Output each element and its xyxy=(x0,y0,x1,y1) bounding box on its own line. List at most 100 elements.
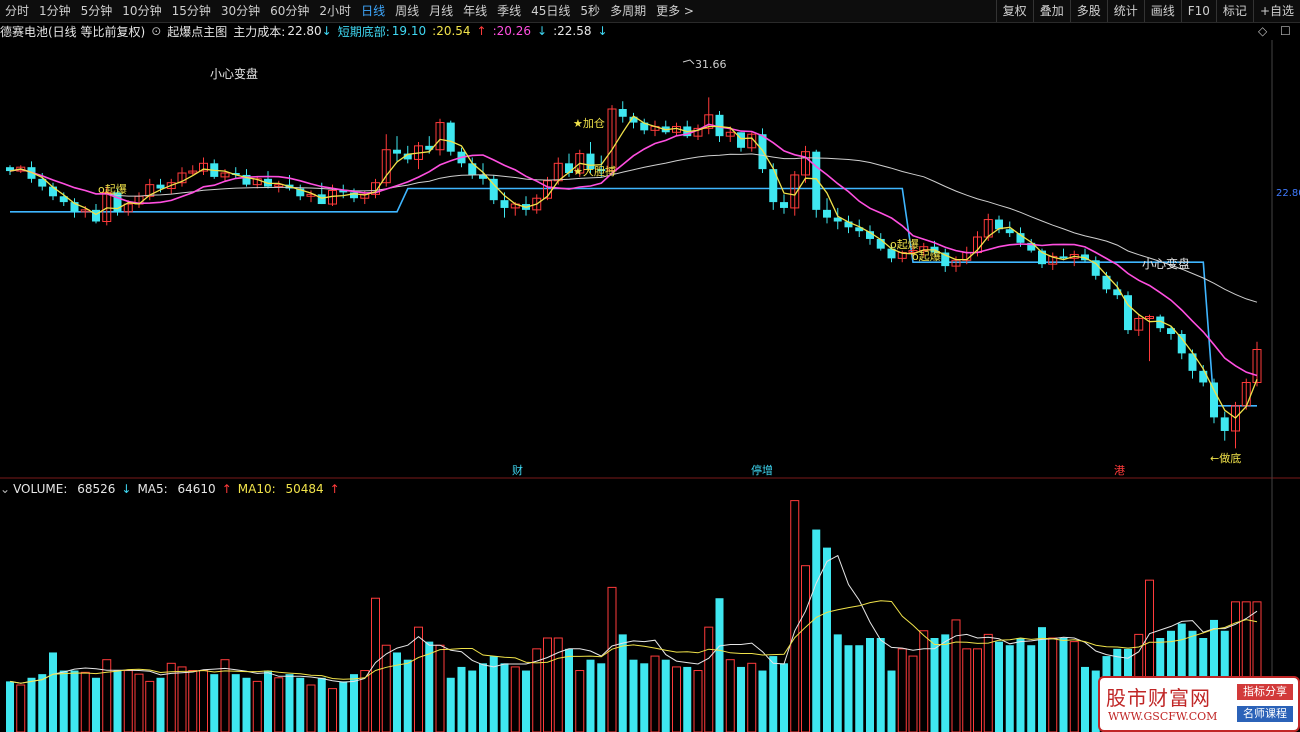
volume-bar xyxy=(650,655,660,732)
volume-bar xyxy=(70,670,79,732)
ma5-value: 64610 xyxy=(177,482,216,496)
volume-bar xyxy=(1069,641,1079,732)
signal-label-1: o起爆 xyxy=(98,182,127,196)
volume-bar xyxy=(607,586,617,732)
volume-bar xyxy=(252,680,262,732)
volume-bar xyxy=(640,663,649,732)
volume-bar xyxy=(597,663,606,732)
volume-bar xyxy=(210,674,219,732)
chevron-down-icon[interactable]: ⌄ xyxy=(0,482,10,496)
volume-bar xyxy=(887,670,896,732)
candle-body xyxy=(812,151,821,210)
volume-bar xyxy=(306,684,316,732)
volume-bar xyxy=(780,663,788,732)
volume-bar xyxy=(1005,645,1014,732)
volume-bar xyxy=(1059,638,1068,732)
volume-bar xyxy=(468,670,477,732)
axis-price-label: 22.80 xyxy=(1276,188,1300,199)
volume-bar xyxy=(242,677,251,732)
volume-bar xyxy=(264,670,272,732)
volume-bar xyxy=(737,666,745,732)
candle-body xyxy=(618,109,627,117)
candle-body xyxy=(1059,256,1068,259)
volume-info-bar: ⌄ VOLUME: 68526 ↓ MA5: 64610 ↑ MA10: 504… xyxy=(0,481,346,497)
high-marker xyxy=(682,59,695,65)
volume-bar xyxy=(1038,627,1046,732)
candle-body xyxy=(737,132,745,148)
volume-bar xyxy=(962,648,972,732)
volume-bar xyxy=(285,674,294,732)
volume-bar xyxy=(446,677,455,732)
volume-bar xyxy=(381,644,391,732)
volume-bar xyxy=(231,674,240,732)
volume-bar xyxy=(435,644,445,732)
volume-bar xyxy=(747,662,757,732)
candle-body xyxy=(758,134,767,170)
volume-bar xyxy=(725,659,735,732)
candle-body xyxy=(500,200,509,208)
volume-bar xyxy=(1081,666,1089,732)
candle-body xyxy=(446,122,455,152)
candle-body xyxy=(1199,370,1208,383)
volume-bar xyxy=(812,529,821,732)
candle-body xyxy=(823,209,831,218)
volume-bar xyxy=(930,638,939,732)
candle-body xyxy=(317,194,326,205)
volume-bar xyxy=(403,659,412,732)
volume-bar xyxy=(339,681,348,732)
volume-bar xyxy=(629,659,638,732)
volume-bar xyxy=(543,637,552,732)
ma-line-short xyxy=(9,115,1258,419)
ma10-value: 50484 xyxy=(285,482,324,496)
volume-bar xyxy=(661,659,670,732)
volume-bar xyxy=(973,648,982,732)
volume-bar xyxy=(995,641,1003,732)
volume-bar xyxy=(317,677,326,732)
volume-bar xyxy=(296,677,305,732)
volume-bar xyxy=(855,645,864,732)
volume-bar xyxy=(371,597,380,732)
down-arrow-icon: ↓ xyxy=(121,482,132,496)
volume-bar xyxy=(1016,638,1025,732)
volume-bar xyxy=(801,565,810,732)
event-label-tingzeng: 停增 xyxy=(751,463,773,477)
volume-bar xyxy=(575,670,585,732)
kline-chart[interactable]: 22.80小心变盘小心变盘o起爆o起爆o起爆★加仓★大胆搏31.66←做底财停增… xyxy=(0,0,1300,732)
volume-bar xyxy=(672,666,681,732)
volume-bar xyxy=(683,666,692,732)
up-arrow-icon: ↑ xyxy=(329,482,340,496)
volume-bar xyxy=(49,652,57,732)
volume-bar xyxy=(1048,637,1058,732)
up-arrow-icon: ↑ xyxy=(221,482,232,496)
volume-bar xyxy=(38,674,47,732)
candle-body xyxy=(1210,382,1218,418)
volume-bar xyxy=(274,677,284,732)
volume-bar xyxy=(27,677,36,732)
watermark-title: 股市财富网 xyxy=(1106,686,1211,710)
watermark-logo: 股市财富网 WWW.GSCFW.COM 指标分享 名师课程 xyxy=(1098,676,1300,732)
volume-bar xyxy=(1027,645,1036,732)
watermark-url: WWW.GSCFW.COM xyxy=(1108,710,1218,723)
volume-bar xyxy=(510,666,520,732)
candle-body xyxy=(393,149,401,154)
volume-bar xyxy=(350,674,358,732)
volume-bar xyxy=(6,681,14,732)
volume-bar xyxy=(113,670,122,732)
warning-label-2: 小心变盘 xyxy=(1142,256,1190,271)
volume-bar xyxy=(134,673,144,732)
volume-bar xyxy=(177,666,187,732)
volume-bar xyxy=(704,626,714,732)
volume-bar xyxy=(188,670,198,732)
ma5-label-text: MA5: xyxy=(137,482,168,496)
ma-line-mid xyxy=(9,123,1258,377)
volume-bar xyxy=(500,663,509,732)
ma5-label: MA5: 64610 xyxy=(137,482,221,496)
candle-body xyxy=(92,209,100,222)
support-line xyxy=(10,187,1257,407)
volume-bar xyxy=(586,659,595,732)
volume-bar xyxy=(16,684,26,732)
volume-bar xyxy=(489,656,498,732)
volume-bar xyxy=(919,630,929,732)
volume-bar xyxy=(156,677,165,732)
volume-bar xyxy=(123,670,133,732)
